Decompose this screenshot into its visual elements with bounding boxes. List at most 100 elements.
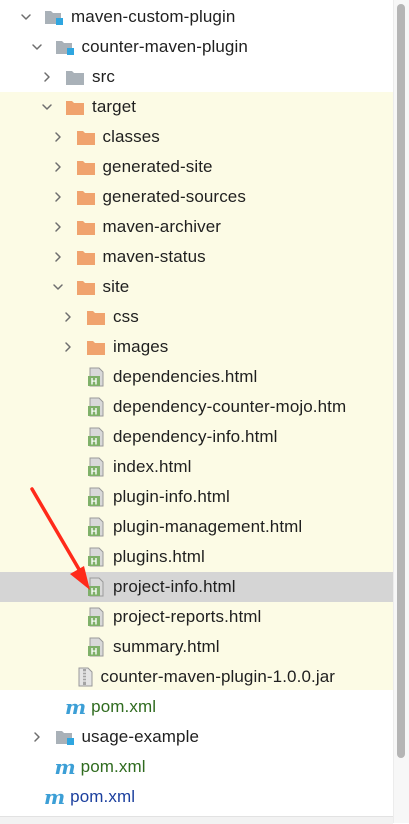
chevron-right-icon[interactable] [31,731,43,743]
chevron-down-icon[interactable] [41,101,53,113]
source-folder-icon [65,69,85,86]
module-folder-icon [44,9,64,26]
html-file-icon: H [86,427,106,447]
tree-item-label: counter-maven-plugin-1.0.0.jar [100,667,336,686]
excluded-folder-icon [76,129,96,146]
svg-text:H: H [91,437,98,447]
html-file-icon: H [86,397,106,417]
svg-text:H: H [91,497,98,507]
tree-row[interactable]: images [0,332,393,362]
tree-item-label: dependency-counter-mojo.htm [113,397,347,416]
tree-item-label: generated-sources [102,187,246,206]
tree-item-label: usage-example [81,727,200,746]
svg-text:H: H [91,407,98,417]
html-file-icon: H [86,607,106,627]
jar-archive-icon [76,667,94,687]
module-folder-icon [55,39,75,56]
tree-item-label: generated-site [102,157,213,176]
excluded-folder-icon [86,339,106,356]
module-folder-icon [55,729,75,746]
tree-item-label: maven-status [102,247,206,266]
html-file-icon: H [86,457,106,477]
tree-row[interactable]: classes [0,122,393,152]
tree-row[interactable]: m pom.xml [0,752,393,782]
tree-row[interactable]: maven-archiver [0,212,393,242]
tree-row[interactable]: counter-maven-plugin-1.0.0.jar [0,662,393,692]
tree-item-label: src [92,67,115,86]
chevron-right-icon[interactable] [62,341,74,353]
tree-row[interactable]: Hdependency-info.html [0,422,393,452]
tree-item-label: dependency-info.html [113,427,278,446]
excluded-folder-icon [76,219,96,236]
excluded-folder-icon [65,99,85,116]
excluded-folder-icon [86,309,106,326]
chevron-right-icon[interactable] [62,311,74,323]
chevron-right-icon[interactable] [52,221,64,233]
svg-text:H: H [91,617,98,627]
tree-item-label: dependencies.html [113,367,258,386]
tree-item-label: plugin-management.html [113,517,303,536]
html-file-icon: H [86,637,106,657]
html-file-icon: H [86,547,106,567]
tree-item-label: project-info.html [113,577,236,596]
html-file-icon: H [86,577,106,597]
tree-row[interactable]: Hplugins.html [0,542,393,572]
svg-text:H: H [91,527,98,537]
tree-row[interactable]: m pom.xml [0,782,393,812]
chevron-right-icon[interactable] [52,161,64,173]
html-file-icon: H [86,517,106,537]
tree-row[interactable]: Hproject-info.html [0,572,393,602]
tree-item-label: plugin-info.html [113,487,230,506]
tree-item-label: classes [102,127,160,146]
tree-item-label: site [102,277,130,296]
tree-row[interactable]: generated-site [0,152,393,182]
tree-item-label: pom.xml [80,757,146,776]
tree-row[interactable]: counter-maven-plugin [0,32,393,62]
tree-row[interactable]: css [0,302,393,332]
tree-row[interactable]: generated-sources [0,182,393,212]
chevron-down-icon[interactable] [20,11,32,23]
tree-item-label: css [113,307,139,326]
scrollbar-thumb[interactable] [397,4,405,758]
tree-row[interactable]: Hplugin-info.html [0,482,393,512]
excluded-folder-icon [76,189,96,206]
tree-row[interactable]: maven-status [0,242,393,272]
tree-item-label: pom.xml [70,787,136,806]
svg-text:H: H [91,377,98,387]
chevron-down-icon[interactable] [31,41,43,53]
chevron-right-icon[interactable] [52,251,64,263]
svg-text:H: H [91,587,98,597]
maven-icon: m [54,755,76,779]
tree-row[interactable]: Hproject-reports.html [0,602,393,632]
tree-item-label: maven-custom-plugin [71,7,236,26]
tree-item-label: images [113,337,169,356]
svg-text:H: H [91,557,98,567]
tree-row[interactable]: Hdependency-counter-mojo.htm [0,392,393,422]
tree-item-label: target [92,97,137,116]
tree-row[interactable]: Hsummary.html [0,632,393,662]
tree-row[interactable]: target [0,92,393,122]
chevron-right-icon[interactable] [52,191,64,203]
tree-item-label: pom.xml [91,697,157,716]
svg-text:H: H [91,467,98,477]
tree-row[interactable]: m pom.xml [0,692,393,722]
tree-item-label: counter-maven-plugin [81,37,248,56]
chevron-down-icon[interactable] [52,281,64,293]
tree-item-label: maven-archiver [102,217,222,236]
tree-row[interactable]: Hdependencies.html [0,362,393,392]
tree-row[interactable]: src [0,62,393,92]
maven-icon: m [65,695,87,719]
tree-row[interactable]: Hindex.html [0,452,393,482]
tree-row[interactable]: usage-example [0,722,393,752]
chevron-right-icon[interactable] [41,71,53,83]
tree-row[interactable]: maven-custom-plugin [0,2,393,32]
tree-row[interactable]: Hplugin-management.html [0,512,393,542]
tree-item-label: plugins.html [113,547,205,566]
excluded-folder-icon [76,159,96,176]
tree-item-label: index.html [113,457,192,476]
chevron-right-icon[interactable] [52,131,64,143]
excluded-folder-icon [76,279,96,296]
tree-item-label: project-reports.html [113,607,262,626]
excluded-folder-icon [76,249,96,266]
tree-row[interactable]: site [0,272,393,302]
